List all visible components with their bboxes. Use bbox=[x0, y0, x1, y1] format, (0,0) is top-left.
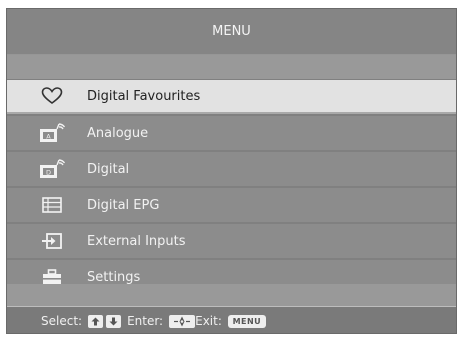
up-arrow-icon bbox=[88, 314, 104, 328]
menu-title: MENU bbox=[212, 24, 251, 39]
menu-screen: MENU Digital Favourites A Analogue D Dig… bbox=[6, 8, 457, 334]
menu-item-external-inputs[interactable]: External Inputs bbox=[7, 224, 456, 258]
menu-item-label: Digital bbox=[87, 161, 130, 177]
heart-icon bbox=[37, 85, 67, 107]
digital-antenna-icon: D bbox=[37, 158, 67, 180]
bottom-spacer bbox=[7, 284, 456, 307]
epg-list-icon bbox=[37, 194, 67, 216]
menu-title-bar: MENU bbox=[7, 9, 456, 55]
enter-help-label: Enter: bbox=[127, 314, 164, 328]
menu-item-digital-epg[interactable]: Digital EPG bbox=[7, 188, 456, 222]
menu-item-label: Settings bbox=[87, 269, 141, 285]
down-arrow-icon bbox=[106, 314, 122, 328]
menu-key-badge: MENU bbox=[227, 314, 266, 328]
top-spacer bbox=[7, 55, 456, 79]
menu-list: Digital Favourites A Analogue D Digital … bbox=[7, 80, 456, 296]
menu-item-digital[interactable]: D Digital bbox=[7, 152, 456, 186]
input-arrow-icon bbox=[37, 230, 67, 252]
select-help-label: Select: bbox=[41, 314, 83, 328]
enter-key-icon bbox=[169, 314, 196, 328]
analogue-glyph: A bbox=[46, 132, 51, 140]
analogue-antenna-icon: A bbox=[37, 122, 67, 144]
exit-help-label: Exit: bbox=[195, 314, 222, 328]
menu-item-label: Digital Favourites bbox=[87, 88, 201, 104]
menu-item-label: Digital EPG bbox=[87, 197, 160, 213]
menu-item-analogue[interactable]: A Analogue bbox=[7, 116, 456, 150]
menu-item-label: External Inputs bbox=[87, 233, 186, 249]
footer-help-bar: Select: Enter: Exit: MENU bbox=[7, 307, 456, 333]
digital-glyph: D bbox=[46, 168, 51, 176]
menu-item-digital-favourites[interactable]: Digital Favourites bbox=[7, 80, 456, 114]
menu-item-label: Analogue bbox=[87, 125, 149, 141]
